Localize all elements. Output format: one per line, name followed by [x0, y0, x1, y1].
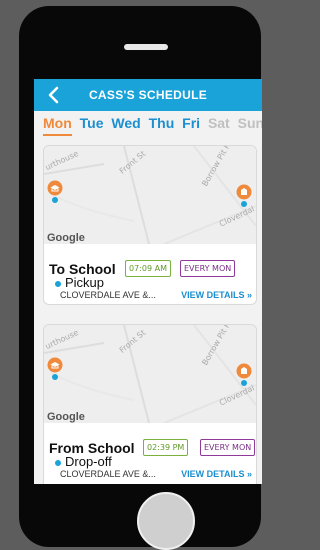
map-roads [44, 146, 256, 244]
frequency-badge: EVERY MON [200, 439, 256, 456]
stop-address: CLOVERDALE AVE &... [60, 290, 156, 300]
stop-type: Drop-off [65, 454, 112, 469]
trip-card-from-school[interactable]: urthouse Front St Borrow Pit R Cloverdal… [43, 324, 257, 484]
trip-card-to-school[interactable]: urthouse Front St Borrow Pit R Cloverdal… [43, 145, 257, 305]
school-pin-icon[interactable] [47, 357, 63, 381]
app-header: CASS'S SCHEDULE [34, 79, 262, 111]
pickup-pin-icon[interactable] [236, 184, 252, 208]
view-details-link[interactable]: VIEW DETAILS » [181, 290, 252, 300]
google-logo: Google [47, 411, 85, 423]
time-badge: 07:09 AM [125, 260, 171, 277]
school-pin-icon[interactable] [47, 180, 63, 204]
frequency-badge: EVERY MON [180, 260, 236, 277]
day-tab-sat[interactable]: Sat [208, 115, 230, 131]
day-tab-tue[interactable]: Tue [80, 115, 104, 131]
view-details-link[interactable]: VIEW DETAILS » [181, 469, 252, 479]
stop-dot-icon [55, 281, 61, 287]
home-button[interactable] [137, 492, 195, 550]
day-tab-sun[interactable]: Sun [238, 115, 262, 131]
time-badge: 02:39 PM [143, 439, 189, 456]
speaker-grille [124, 44, 168, 50]
map-roads [44, 325, 256, 423]
day-selector: Mon Tue Wed Thu Fri Sat Sun [43, 115, 262, 137]
day-tab-wed[interactable]: Wed [111, 115, 140, 131]
stop-type: Pickup [65, 275, 105, 290]
page-title: CASS'S SCHEDULE [88, 88, 208, 102]
route-map[interactable]: urthouse Front St Borrow Pit R Cloverdal… [44, 146, 256, 244]
stop-address: CLOVERDALE AVE &... [60, 469, 156, 479]
day-tab-thu[interactable]: Thu [149, 115, 175, 131]
route-map[interactable]: urthouse Front St Borrow Pit R Cloverdal… [44, 325, 256, 423]
stop-dot-icon [55, 460, 61, 466]
day-tab-fri[interactable]: Fri [182, 115, 200, 131]
google-logo: Google [47, 232, 85, 244]
dropoff-pin-icon[interactable] [236, 363, 252, 387]
day-tab-mon[interactable]: Mon [43, 115, 72, 136]
app-screen: CASS'S SCHEDULE Mon Tue Wed Thu Fri Sat … [34, 79, 262, 484]
